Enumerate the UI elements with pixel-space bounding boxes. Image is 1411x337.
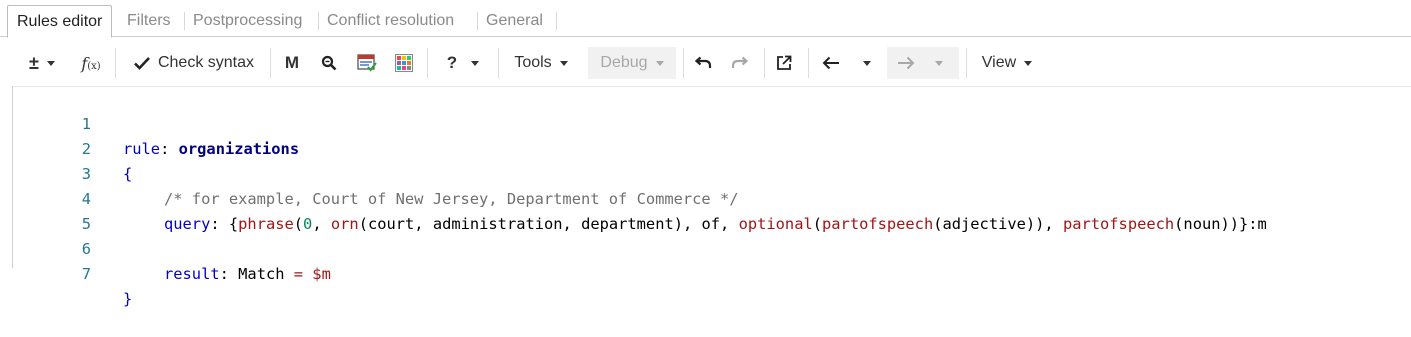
- check-syntax-label: Check syntax: [157, 54, 255, 71]
- m-label: M: [284, 53, 300, 72]
- tab-postprocessing[interactable]: Postprocessing: [184, 5, 311, 37]
- chevron-down-icon: [1024, 60, 1033, 66]
- code-editor[interactable]: 1 rule: organizations 2 { 3 /* for examp…: [12, 86, 1411, 308]
- back-dropdown-button[interactable]: [852, 47, 882, 79]
- function-icon: f(x): [81, 53, 101, 73]
- chevron-down-icon: [935, 60, 943, 66]
- code-text: result: Match = $m: [164, 262, 331, 287]
- check-syntax-button[interactable]: Check syntax: [124, 47, 264, 79]
- debug-label: Debug: [600, 54, 648, 71]
- toolbar-divider: [270, 48, 271, 78]
- redo-button[interactable]: [725, 47, 755, 79]
- forward-button[interactable]: [887, 47, 959, 79]
- plus-minus-icon: ±: [29, 52, 39, 73]
- zoom-button[interactable]: [315, 47, 343, 79]
- toolbar-divider: [427, 48, 428, 78]
- function-button[interactable]: f(x): [75, 47, 107, 79]
- tab-divider: [556, 12, 557, 30]
- back-button[interactable]: [815, 47, 847, 79]
- code-line: 3 /* for example, Court of New Jersey, D…: [13, 137, 1411, 208]
- tools-dropdown-button[interactable]: Tools: [505, 47, 577, 79]
- checkmark-icon: [134, 57, 150, 70]
- help-dropdown-button[interactable]: ?: [440, 47, 486, 79]
- toolbar-divider: [683, 48, 684, 78]
- code-line: 4 query: {phrase(0, orn(court, administr…: [13, 162, 1411, 233]
- view-label: View: [981, 54, 1017, 71]
- code-line: 7 }: [13, 237, 1411, 308]
- external-link-icon: [777, 55, 792, 70]
- m-button[interactable]: M: [278, 47, 306, 79]
- chevron-down-icon: [471, 60, 480, 66]
- color-grid-button[interactable]: [390, 47, 418, 79]
- toolbar-divider: [498, 48, 499, 78]
- undo-button[interactable]: [688, 47, 718, 79]
- code-line: 1 rule: organizations: [13, 87, 1411, 158]
- debug-dropdown-button[interactable]: Debug: [588, 47, 676, 79]
- calendar-button[interactable]: [353, 47, 381, 79]
- chevron-down-icon: [559, 60, 568, 66]
- tools-label: Tools: [514, 54, 552, 71]
- help-icon: ?: [446, 53, 458, 72]
- insert-dropdown-button[interactable]: ±: [18, 47, 66, 79]
- toolbar-divider: [808, 48, 809, 78]
- code-line: 6 result: Match = $m: [13, 212, 1411, 283]
- redo-icon: [731, 56, 749, 68]
- toolbar: ± f(x) Check syntax M ? Tools Debug View: [0, 38, 1411, 86]
- tab-general[interactable]: General: [477, 5, 552, 37]
- open-external-button[interactable]: [769, 47, 799, 79]
- code-line: 5: [13, 187, 1411, 233]
- arrow-left-icon: [822, 56, 839, 70]
- calendar-icon: [357, 54, 377, 72]
- chevron-down-icon: [655, 60, 664, 66]
- code-text: }: [123, 290, 133, 308]
- tab-bar: Rules editor Filters Postprocessing Conf…: [0, 0, 1411, 38]
- code-line: 2 {: [13, 112, 1411, 183]
- line-number: 7: [81, 265, 91, 283]
- tab-filters[interactable]: Filters: [118, 5, 180, 37]
- tab-conflict-resolution[interactable]: Conflict resolution: [318, 5, 463, 37]
- zoom-icon: [321, 55, 337, 71]
- arrow-right-icon: [898, 56, 915, 70]
- toolbar-divider: [764, 48, 765, 78]
- chevron-down-icon: [46, 60, 55, 66]
- view-dropdown-button[interactable]: View: [972, 47, 1042, 79]
- toolbar-divider: [115, 48, 116, 78]
- chevron-down-icon: [863, 60, 871, 66]
- tab-rules-editor[interactable]: Rules editor: [7, 5, 113, 38]
- grid-color-icon: [395, 54, 413, 72]
- undo-icon: [694, 56, 712, 68]
- toolbar-divider: [966, 48, 967, 78]
